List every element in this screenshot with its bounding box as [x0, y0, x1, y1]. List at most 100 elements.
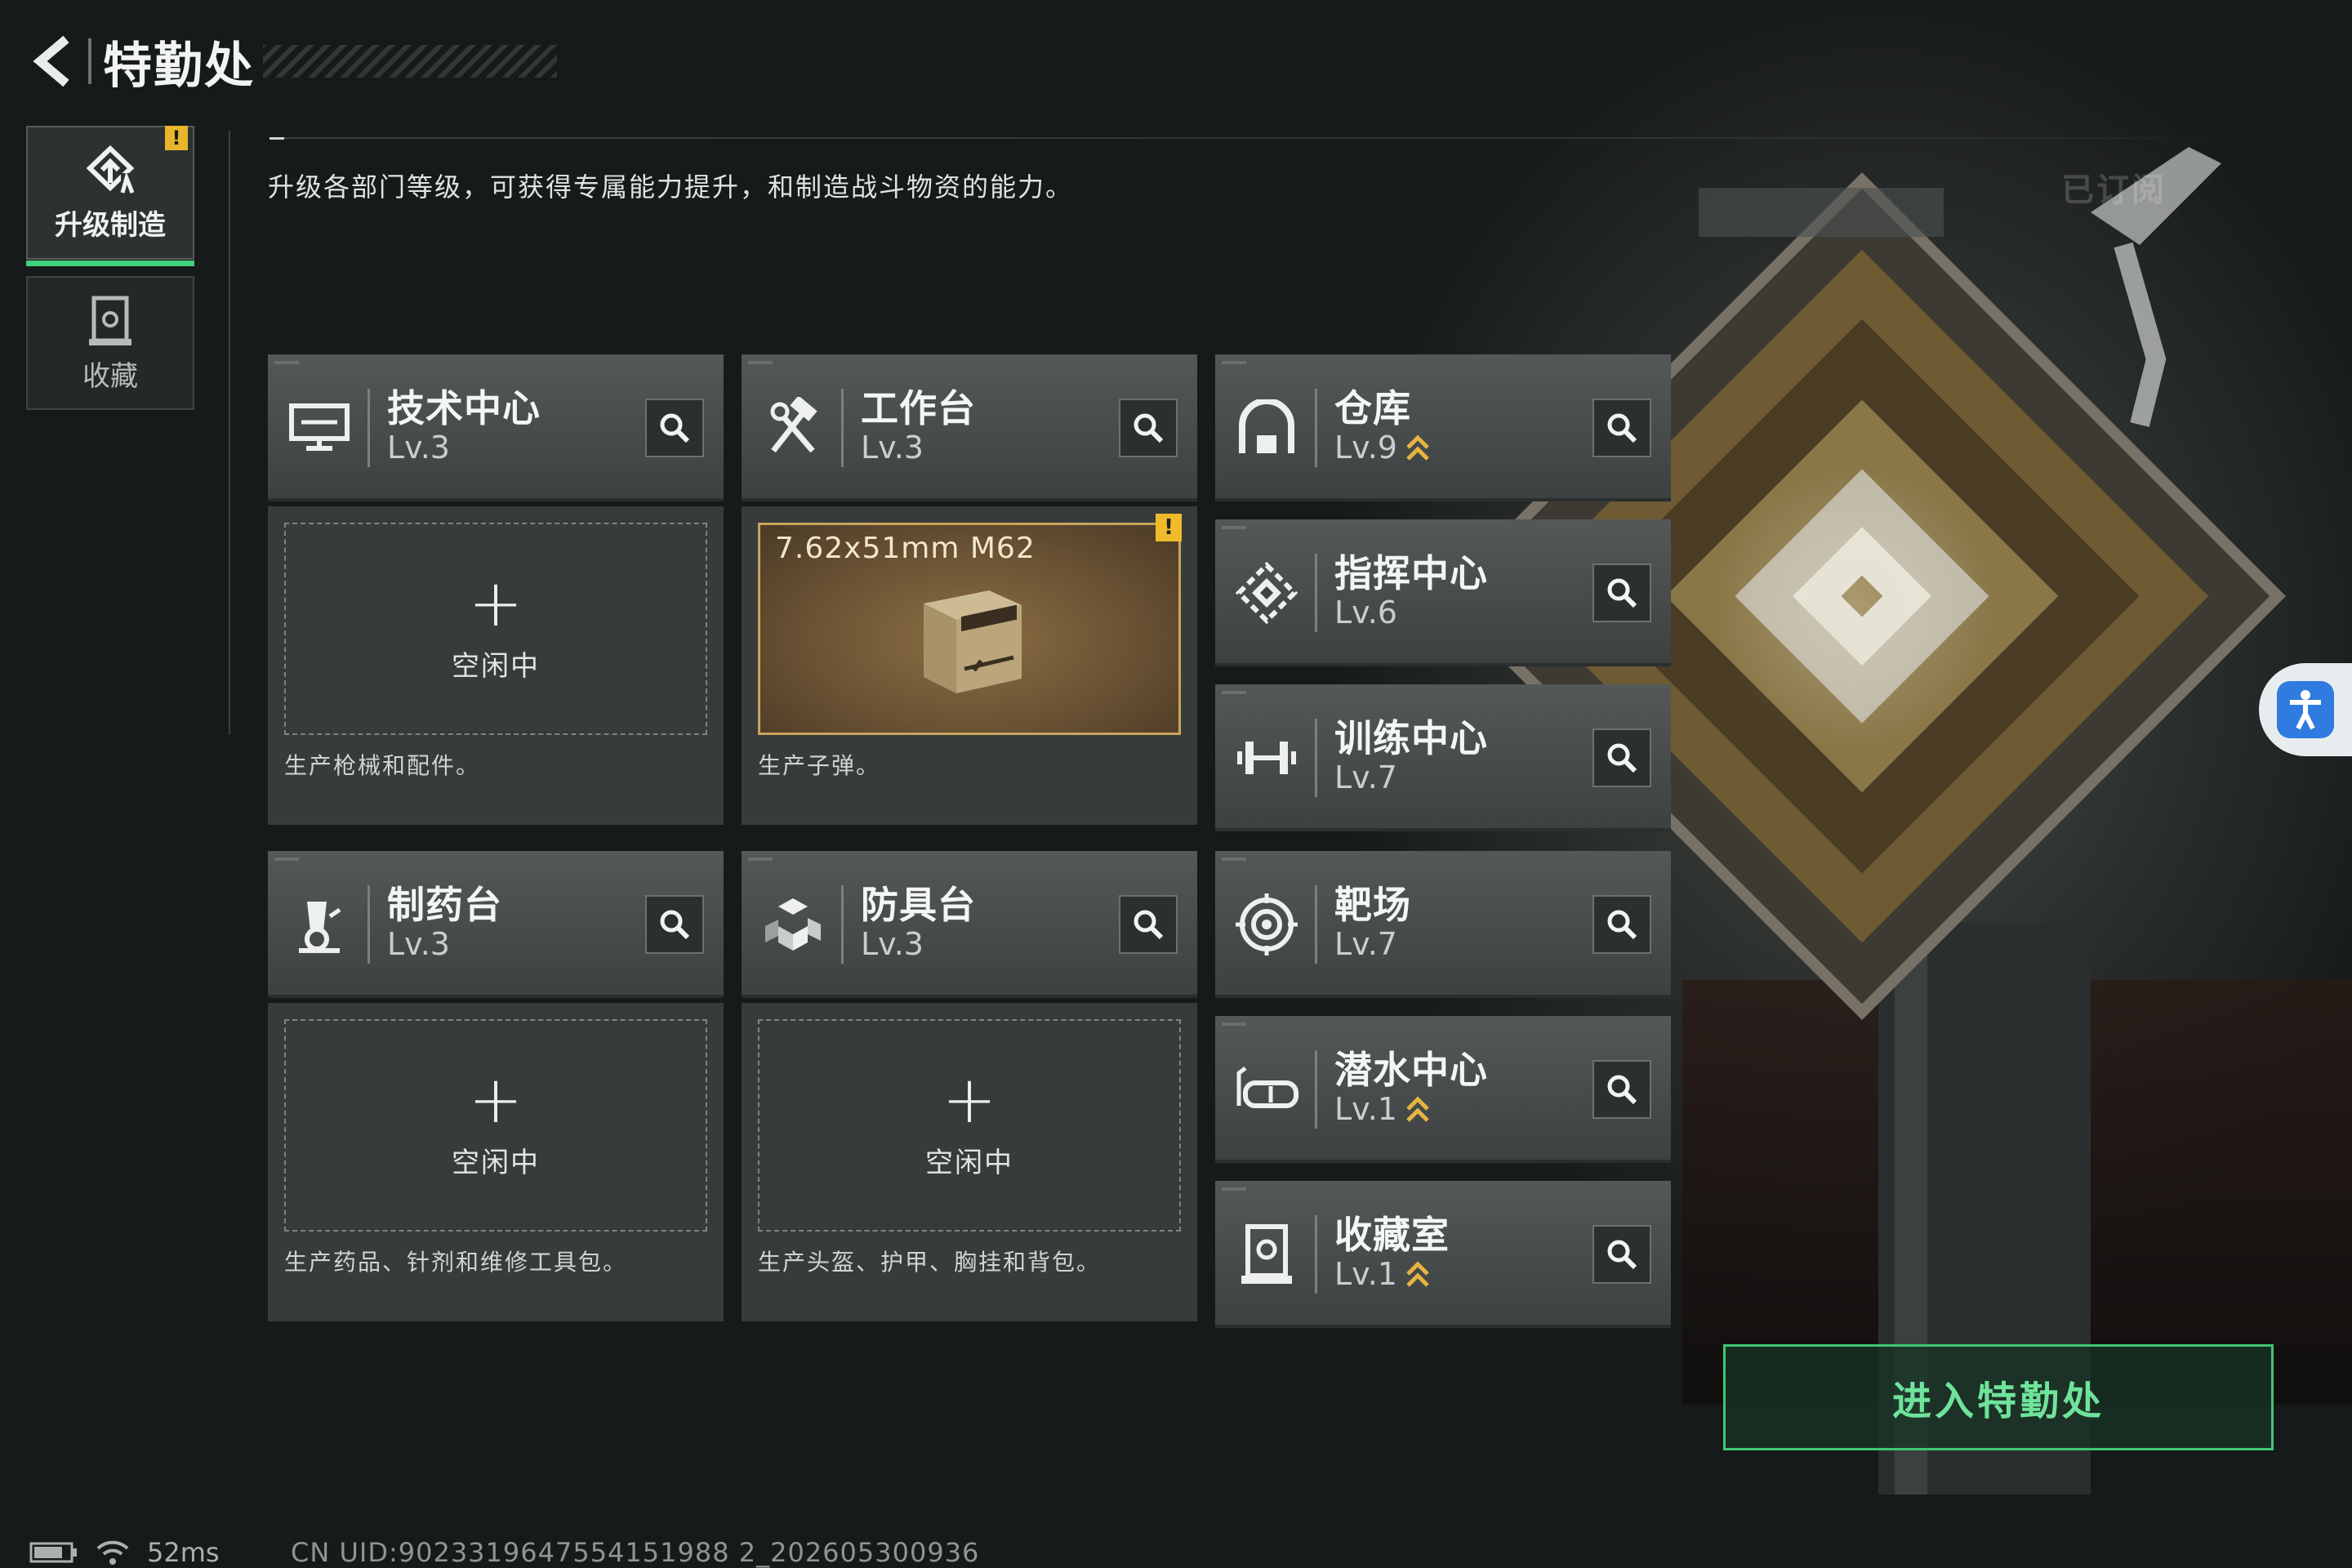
- monitor-icon: [283, 391, 356, 465]
- dept-name: 制药台: [387, 883, 502, 927]
- enter-special-ops-button[interactable]: 进入特勤处: [1723, 1344, 2274, 1450]
- enter-button-label: 进入特勤处: [1891, 1379, 2105, 1424]
- status-bar: 52ms: [29, 1537, 220, 1568]
- search-icon: [1134, 413, 1164, 443]
- search-icon: [660, 413, 690, 443]
- ping-text: 52ms: [147, 1537, 220, 1568]
- card-divider: [368, 885, 370, 964]
- search-icon: [1607, 1075, 1637, 1105]
- level-text: Lv.7: [1334, 926, 1397, 962]
- collection-icon: [1230, 1218, 1303, 1291]
- accessibility-button[interactable]: [2259, 663, 2352, 756]
- search-button[interactable]: [1592, 895, 1651, 954]
- search-icon: [1134, 910, 1164, 940]
- search-icon: [1607, 1240, 1637, 1270]
- dept-card-warehouse[interactable]: 仓库 Lv.9: [1215, 354, 1671, 501]
- dept-name: 训练中心: [1334, 716, 1488, 760]
- dept-card-diving-center[interactable]: 潜水中心 Lv.1: [1215, 1016, 1671, 1163]
- search-icon: [1607, 578, 1637, 608]
- diving-mask-icon: [1230, 1053, 1303, 1126]
- back-arrow-icon: [33, 35, 69, 87]
- slot-description: 生产头盔、护甲、胸挂和背包。: [758, 1249, 1102, 1276]
- dept-name: 潜水中心: [1334, 1048, 1488, 1092]
- upgrade-available-icon: [1406, 1261, 1429, 1287]
- level-text: Lv.9: [1334, 430, 1397, 466]
- add-production-button[interactable]: + 空闲中: [758, 1019, 1181, 1232]
- warning-badge: !: [1156, 514, 1182, 541]
- back-button[interactable]: [24, 24, 82, 98]
- dept-name: 防具台: [861, 883, 976, 927]
- slot-description: 生产枪械和配件。: [284, 752, 481, 779]
- search-button[interactable]: [645, 399, 704, 457]
- level-text: Lv.3: [387, 926, 450, 962]
- dept-card-pharmacy[interactable]: 制药台 Lv.3: [268, 851, 724, 998]
- page-description: 升级各部门等级，可获得专属能力提升，和制造战斗物资的能力。: [268, 172, 1074, 203]
- slot-description: 生产药品、针剂和维修工具包。: [284, 1249, 628, 1276]
- dept-card-shooting-range[interactable]: 靶场 Lv.7: [1215, 851, 1671, 998]
- title-divider: [88, 38, 91, 84]
- dept-card-collection-room[interactable]: 收藏室 Lv.1: [1215, 1181, 1671, 1328]
- search-icon: [1607, 743, 1637, 773]
- card-divider: [1315, 1050, 1317, 1129]
- warning-badge: !: [165, 126, 188, 150]
- dept-card-training-center[interactable]: 训练中心 Lv.7: [1215, 684, 1671, 831]
- item-name: 7.62x51mm M62: [775, 532, 1036, 565]
- producing-item-card[interactable]: 7.62x51mm M62 !: [758, 514, 1182, 735]
- search-button[interactable]: [1592, 728, 1651, 787]
- dept-level: Lv.3: [387, 926, 450, 962]
- dept-name: 仓库: [1334, 386, 1411, 430]
- level-text: Lv.3: [387, 430, 450, 466]
- subscribed-watermark: 已订阅: [2061, 172, 2167, 209]
- production-slot-workbench: 7.62x51mm M62 ! 生产子弹。: [742, 506, 1197, 825]
- dept-level: Lv.1: [1334, 1256, 1430, 1292]
- card-divider: [368, 389, 370, 467]
- search-button[interactable]: [645, 895, 704, 954]
- side-tab-upgrade-manufacture[interactable]: ! 升级制造: [26, 126, 194, 266]
- microscope-icon: [283, 888, 356, 961]
- wifi-icon: [96, 1540, 129, 1565]
- accessibility-icon: [2277, 681, 2334, 738]
- side-tab-label: 升级制造: [55, 208, 166, 242]
- page-title: 特勤处: [103, 37, 255, 95]
- warehouse-icon: [1230, 391, 1303, 465]
- card-divider: [1315, 554, 1317, 632]
- uid-text: CN UID:9023319647554151988 2_20260530093…: [291, 1537, 980, 1568]
- slot-description: 生产子弹。: [758, 752, 881, 779]
- search-button[interactable]: [1592, 564, 1651, 622]
- add-production-button[interactable]: + 空闲中: [284, 1019, 707, 1232]
- plus-icon: +: [468, 564, 523, 641]
- search-button[interactable]: [1592, 1060, 1651, 1119]
- card-divider: [1315, 719, 1317, 797]
- production-slot-tech-center: + 空闲中 生产枪械和配件。: [268, 506, 724, 825]
- dept-card-command-center[interactable]: 指挥中心 Lv.6: [1215, 519, 1671, 666]
- card-divider: [1315, 885, 1317, 964]
- search-button[interactable]: [1119, 895, 1178, 954]
- dept-level: Lv.6: [1334, 595, 1397, 630]
- command-icon: [1230, 556, 1303, 630]
- dept-card-workbench[interactable]: 工作台 Lv.3: [742, 354, 1197, 501]
- ammo-crate-icon: [924, 590, 1022, 693]
- dept-level: Lv.3: [861, 926, 924, 962]
- level-text: Lv.1: [1334, 1256, 1397, 1292]
- search-button[interactable]: [1592, 399, 1651, 457]
- side-tab-collection[interactable]: 收藏: [26, 276, 194, 410]
- dept-card-armor-bench[interactable]: 防具台 Lv.3: [742, 851, 1197, 998]
- dept-name: 收藏室: [1334, 1213, 1450, 1257]
- side-divider: [229, 131, 230, 735]
- search-button[interactable]: [1119, 399, 1178, 457]
- search-button[interactable]: [1592, 1225, 1651, 1284]
- level-text: Lv.3: [861, 430, 924, 466]
- plus-icon: +: [468, 1061, 523, 1138]
- dept-name: 工作台: [861, 386, 976, 430]
- slot-status: 空闲中: [925, 1146, 1013, 1179]
- top-rule: [270, 137, 2278, 139]
- hammer-wrench-icon: [756, 391, 830, 465]
- production-slot-armor-bench: + 空闲中 生产头盔、护甲、胸挂和背包。: [742, 1003, 1197, 1321]
- dept-card-tech-center[interactable]: 技术中心 Lv.3: [268, 354, 724, 501]
- dept-level: Lv.9: [1334, 430, 1430, 466]
- add-production-button[interactable]: + 空闲中: [284, 523, 707, 735]
- card-divider: [841, 389, 844, 467]
- dumbbell-icon: [1230, 721, 1303, 795]
- collection-icon: [89, 296, 131, 345]
- card-divider: [841, 885, 844, 964]
